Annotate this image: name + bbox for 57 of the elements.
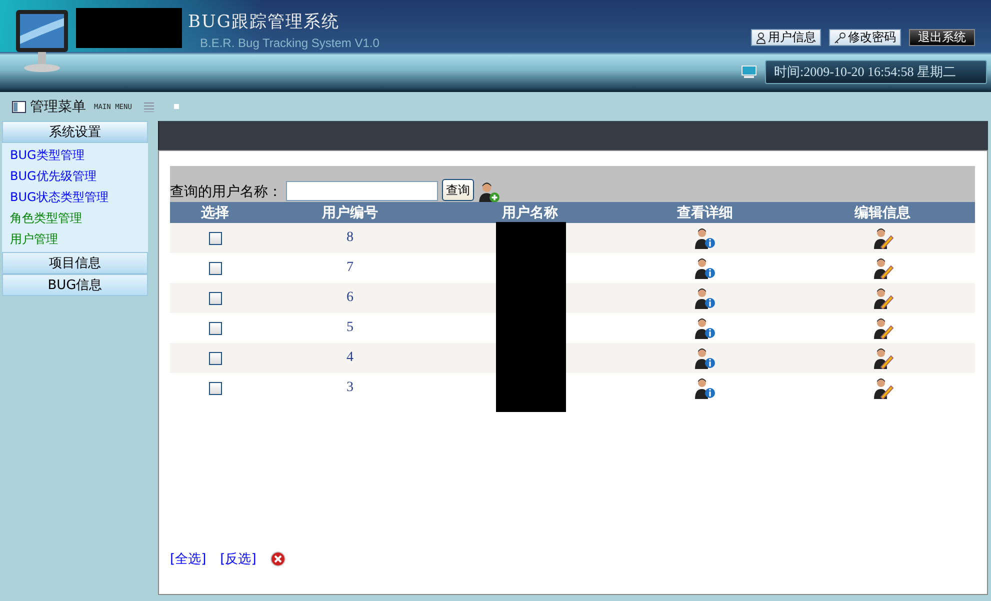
user-info-icon[interactable]: [694, 287, 716, 309]
grip-icon: [144, 102, 154, 112]
person-icon: [756, 32, 766, 44]
clock-display: 时间:2009-10-20 16:54:58 星期二: [765, 60, 987, 84]
user-edit-icon[interactable]: [872, 227, 894, 249]
menu-link[interactable]: BUG状态类型管理: [2, 187, 148, 208]
app-title: BUG跟踪管理系统: [188, 11, 340, 33]
screen-icon: [741, 65, 757, 79]
menu-group[interactable]: BUG信息: [2, 274, 148, 296]
table-cell: 7: [346, 260, 354, 276]
row-checkbox[interactable]: [208, 352, 222, 364]
menu-group[interactable]: 系统设置: [2, 121, 148, 143]
row-checkbox[interactable]: [208, 322, 222, 334]
menu-group[interactable]: 项目信息: [2, 252, 148, 274]
row-checkbox[interactable]: [208, 382, 222, 394]
app-subtitle: B.E.R. Bug Tracking System V1.0: [200, 36, 380, 50]
table-cell: 3: [346, 380, 354, 396]
user-info-icon[interactable]: [694, 227, 716, 249]
user-info-icon[interactable]: [694, 257, 716, 279]
menu-panel-icon: [12, 100, 26, 112]
user-edit-icon[interactable]: [872, 347, 894, 369]
user-info-icon[interactable]: [694, 347, 716, 369]
square-icon: [174, 104, 179, 109]
search-label: 查询的用户名称：: [170, 183, 282, 201]
select-link[interactable]: [全选]: [170, 550, 206, 568]
row-checkbox[interactable]: [208, 292, 222, 304]
table-cell: 6: [346, 290, 354, 306]
header-button[interactable]: 退出系统: [909, 29, 975, 46]
column-header: 查看详细: [676, 204, 734, 222]
column-header: 选择: [200, 204, 230, 222]
search-button[interactable]: 查询: [442, 179, 474, 201]
column-header: 用户名称: [500, 204, 559, 222]
row-checkbox[interactable]: [208, 232, 222, 244]
row-checkbox[interactable]: [208, 262, 222, 274]
add-user-icon[interactable]: [478, 181, 500, 203]
user-edit-icon[interactable]: [872, 287, 894, 309]
user-edit-icon[interactable]: [872, 377, 894, 399]
table-cell: 8: [346, 230, 354, 246]
user-edit-icon[interactable]: [872, 317, 894, 339]
menu-link[interactable]: 角色类型管理: [2, 208, 148, 229]
menu-link[interactable]: BUG类型管理: [2, 145, 148, 166]
column-header: 用户编号: [320, 204, 379, 222]
delete-icon[interactable]: [270, 551, 286, 567]
column-header: 编辑信息: [853, 204, 912, 222]
table-cell: 5: [346, 320, 354, 336]
header-button[interactable]: 修改密码: [829, 29, 901, 46]
user-edit-icon[interactable]: [872, 257, 894, 279]
user-info-icon[interactable]: [694, 317, 716, 339]
table-cell: 4: [346, 350, 354, 366]
select-link[interactable]: [反选]: [220, 550, 256, 568]
user-info-icon[interactable]: [694, 377, 716, 399]
menu-title: 管理菜单: [30, 98, 86, 116]
menu-link[interactable]: BUG优先级管理: [2, 166, 148, 187]
menu-link[interactable]: 用户管理: [2, 229, 148, 250]
search-field[interactable]: [286, 181, 438, 201]
key-icon: [834, 32, 846, 44]
header-button[interactable]: 用户信息: [751, 29, 821, 46]
